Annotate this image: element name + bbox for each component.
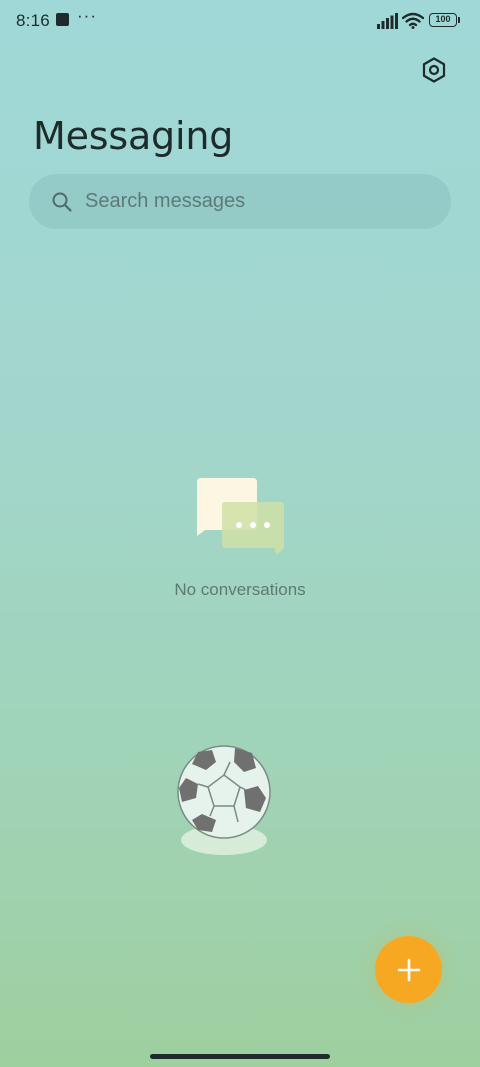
wifi-icon xyxy=(402,12,424,29)
empty-state-text: No conversations xyxy=(174,580,306,599)
status-time: 8:16 xyxy=(16,11,50,30)
battery-icon: 100 xyxy=(429,13,457,27)
more-notifications-indicator: ··· xyxy=(77,6,97,25)
search-icon xyxy=(52,192,72,212)
battery-tip xyxy=(458,17,460,23)
status-bar: 8:16 ··· 100 xyxy=(0,0,480,42)
gear-icon xyxy=(422,57,446,83)
page-title: Messaging xyxy=(33,114,234,158)
chat-bubbles-icon xyxy=(197,478,284,555)
soccer-ball-icon xyxy=(177,745,271,855)
notification-app-icon xyxy=(56,13,69,26)
home-indicator[interactable] xyxy=(150,1054,330,1059)
settings-button[interactable] xyxy=(416,52,452,88)
plus-icon xyxy=(397,958,420,981)
new-message-button[interactable] xyxy=(375,936,442,1003)
signal-icon xyxy=(377,13,398,29)
search-placeholder: Search messages xyxy=(85,190,246,212)
search-input[interactable]: Search messages xyxy=(29,174,451,229)
